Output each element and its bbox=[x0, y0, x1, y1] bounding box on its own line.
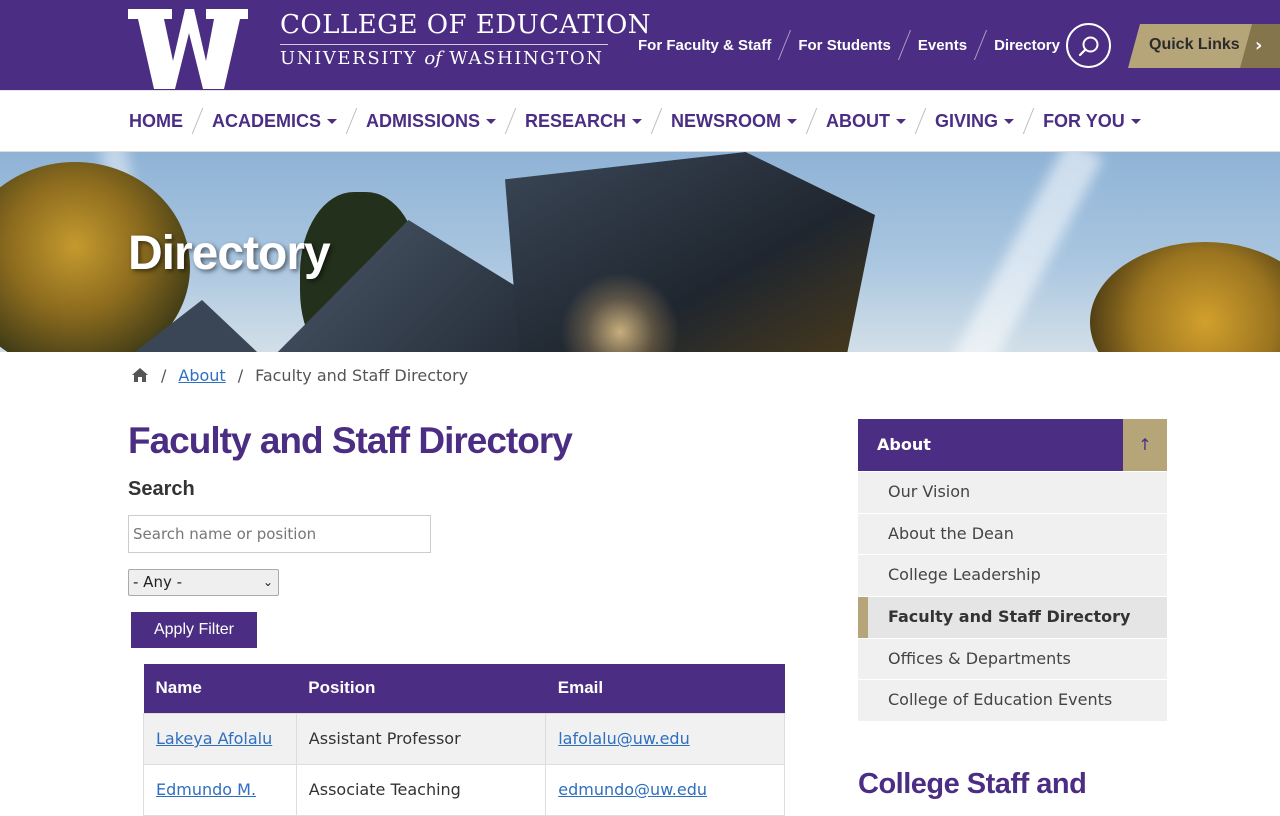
nav-home[interactable]: HOME bbox=[129, 111, 183, 132]
breadcrumb-current: Faculty and Staff Directory bbox=[255, 365, 469, 385]
table-cell-name: Edmundo M. bbox=[143, 763, 297, 816]
page-title: Faculty and Staff Directory bbox=[128, 420, 573, 461]
table-cell-email: lafolalu@uw.edu bbox=[545, 712, 785, 765]
caret-down-icon bbox=[327, 118, 338, 124]
table-row: Lakeya Afolalu Assistant Professor lafol… bbox=[143, 712, 785, 765]
nav-about[interactable]: ABOUT bbox=[826, 111, 907, 132]
utility-link-events[interactable]: Events bbox=[918, 37, 967, 54]
sidebar-item-faculty-staff-directory[interactable]: Faculty and Staff Directory bbox=[858, 597, 1167, 639]
table-header-row: Name Position Email bbox=[143, 664, 785, 713]
nav-separator bbox=[906, 108, 935, 134]
caret-down-icon bbox=[787, 118, 798, 124]
top-header-bar: COLLEGE OF EDUCATION UNIVERSITY of WASHI… bbox=[0, 0, 1280, 90]
column-header-email[interactable]: Email bbox=[545, 664, 785, 713]
home-icon[interactable] bbox=[131, 367, 149, 383]
breadcrumb-separator: / bbox=[161, 365, 167, 385]
sidebar-menu: Our Vision About the Dean College Leader… bbox=[858, 472, 1167, 723]
utility-separator bbox=[974, 30, 988, 60]
search-input[interactable] bbox=[128, 515, 431, 553]
main-navigation: HOME ACADEMICS ADMISSIONS RESEARCH NEWSR… bbox=[0, 90, 1280, 152]
search-button[interactable] bbox=[1066, 23, 1111, 68]
caret-down-icon bbox=[896, 118, 907, 124]
hero-tree bbox=[1090, 242, 1280, 352]
directory-table: Name Position Email Lakeya Afolalu Assis… bbox=[143, 664, 785, 816]
nav-admissions[interactable]: ADMISSIONS bbox=[366, 111, 497, 132]
nav-separator bbox=[642, 108, 671, 134]
nav-giving[interactable]: GIVING bbox=[935, 111, 1015, 132]
caret-down-icon bbox=[632, 118, 643, 124]
college-wordmark[interactable]: COLLEGE OF EDUCATION UNIVERSITY of WASHI… bbox=[280, 8, 651, 73]
nav-research[interactable]: RESEARCH bbox=[525, 111, 643, 132]
sidebar-item-offices-departments[interactable]: Offices & Departments bbox=[858, 638, 1167, 681]
university-name: UNIVERSITY of WASHINGTON bbox=[280, 48, 604, 69]
breadcrumb-separator: / bbox=[237, 365, 244, 385]
chevron-right-icon: › bbox=[1255, 35, 1263, 56]
nav-newsroom[interactable]: NEWSROOM bbox=[671, 111, 798, 132]
sidebar-item-college-events[interactable]: College of Education Events bbox=[858, 680, 1167, 723]
email-link[interactable]: lafolalu@uw.edu bbox=[558, 729, 690, 748]
utility-nav: For Faculty & Staff For Students Events … bbox=[638, 28, 1060, 62]
search-label: Search bbox=[128, 478, 195, 500]
table-cell-position: Assistant Professor bbox=[295, 712, 547, 765]
nav-academics[interactable]: ACADEMICS bbox=[212, 111, 338, 132]
arrow-up-icon[interactable]: ↑ bbox=[1123, 419, 1167, 471]
sidebar-title: About bbox=[877, 435, 931, 454]
college-name: COLLEGE OF EDUCATION bbox=[280, 8, 651, 45]
utility-link-directory[interactable]: Directory bbox=[994, 37, 1060, 54]
caret-down-icon bbox=[486, 118, 497, 124]
utility-separator bbox=[897, 30, 911, 60]
filter-select-value: - Any - bbox=[133, 573, 183, 591]
column-header-position[interactable]: Position bbox=[296, 664, 546, 713]
sidebar-item-college-leadership[interactable]: College Leadership bbox=[858, 555, 1167, 598]
nav-separator bbox=[1014, 108, 1043, 134]
table-row: Edmundo M. Associate Teaching edmundo@uw… bbox=[143, 763, 785, 816]
table-cell-position: Associate Teaching bbox=[295, 763, 547, 816]
table-cell-email: edmundo@uw.edu bbox=[545, 763, 785, 816]
breadcrumb: / About / Faculty and Staff Directory bbox=[131, 362, 468, 388]
filter-select[interactable]: - Any - ⌄ bbox=[128, 569, 279, 596]
breadcrumb-link-about[interactable]: About bbox=[178, 366, 225, 385]
nav-separator bbox=[496, 108, 525, 134]
hero-contrail bbox=[936, 152, 1104, 352]
person-name-link[interactable]: Lakeya Afolalu bbox=[156, 729, 272, 748]
column-header-name[interactable]: Name bbox=[143, 664, 297, 713]
utility-link-faculty-staff[interactable]: For Faculty & Staff bbox=[638, 37, 771, 54]
uw-w-logo[interactable] bbox=[128, 9, 248, 89]
search-icon bbox=[1078, 36, 1099, 57]
sidebar-header[interactable]: About ↑ bbox=[858, 419, 1167, 471]
sidebar-section-heading: College Staff and bbox=[858, 768, 1087, 800]
chevron-down-icon: ⌄ bbox=[262, 575, 273, 589]
caret-down-icon bbox=[1004, 118, 1015, 124]
quick-links-label: Quick Links bbox=[1149, 36, 1240, 53]
nav-separator bbox=[797, 108, 826, 134]
email-link[interactable]: edmundo@uw.edu bbox=[558, 780, 707, 799]
sidebar-item-about-the-dean[interactable]: About the Dean bbox=[858, 513, 1167, 556]
hero-title: Directory bbox=[128, 227, 331, 280]
nav-for-you[interactable]: FOR YOU bbox=[1043, 111, 1141, 132]
nav-separator bbox=[337, 108, 366, 134]
utility-link-students[interactable]: For Students bbox=[798, 37, 891, 54]
person-name-link[interactable]: Edmundo M. bbox=[156, 780, 256, 799]
apply-filter-button[interactable]: Apply Filter bbox=[131, 612, 257, 648]
table-cell-name: Lakeya Afolalu bbox=[143, 712, 297, 765]
hero-banner: Directory bbox=[0, 152, 1280, 352]
caret-down-icon bbox=[1130, 118, 1141, 124]
sidebar-item-our-vision[interactable]: Our Vision bbox=[858, 472, 1167, 514]
quick-links-button[interactable]: Quick Links › bbox=[1128, 24, 1280, 68]
utility-separator bbox=[778, 30, 792, 60]
nav-separator bbox=[183, 108, 212, 134]
